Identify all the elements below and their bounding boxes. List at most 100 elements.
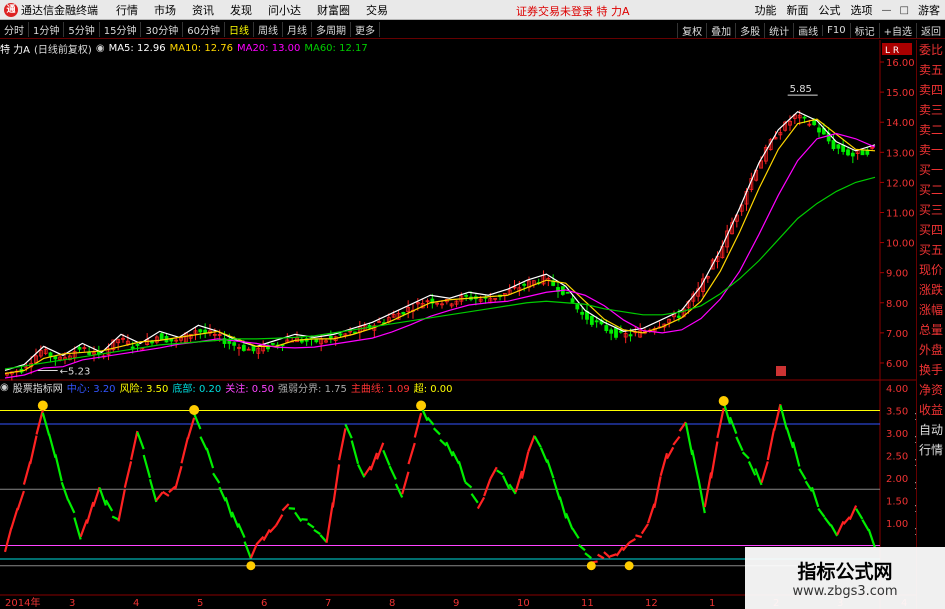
tab-period-timeshare[interactable]: 分时 [0, 22, 29, 37]
main-curve-segment [716, 407, 725, 439]
kline-chart[interactable]: 16.0015.0014.0013.0012.0011.0010.009.008… [0, 40, 916, 609]
candle-body [831, 140, 836, 150]
sidebar-item-0[interactable]: 委比 [917, 40, 945, 60]
sidebar-item-11[interactable]: 现价 [917, 260, 945, 280]
main-curve-segment [130, 430, 139, 461]
menu-formula[interactable]: 公式 [814, 2, 846, 18]
main-curve-segment [640, 523, 649, 535]
price-panel [0, 40, 880, 380]
tab-period-more[interactable]: 更多 [351, 22, 380, 37]
sidebar-item-3[interactable]: 卖三 [917, 100, 945, 120]
menu-options[interactable]: 选项 [846, 2, 878, 18]
main-curve-segment [628, 538, 636, 544]
tool-overlay[interactable]: 叠加 [706, 22, 735, 38]
indicator-name[interactable]: 股票指标网 [13, 380, 63, 395]
sidebar-item-13[interactable]: 涨幅 [917, 300, 945, 320]
sidebar-item-8[interactable]: 买三 [917, 200, 945, 220]
sidebar-item-14[interactable]: 总量 [917, 320, 945, 340]
sidebar-item-18[interactable]: 收益 [917, 400, 945, 420]
tab-period-30min[interactable]: 30分钟 [141, 22, 184, 37]
tab-period-multi[interactable]: 多周期 [312, 22, 351, 37]
time-axis-label: 5 [197, 598, 203, 609]
lr-badge-label: L R [885, 46, 899, 56]
sidebar-item-7[interactable]: 买二 [917, 180, 945, 200]
main-curve-segment [867, 528, 877, 549]
sidebar-bottom-1[interactable]: 行情 [917, 440, 945, 460]
candle-body [575, 304, 580, 310]
tab-period-weekly[interactable]: 周线 [254, 22, 283, 37]
main-curve [3, 402, 877, 564]
main-curve-segment [665, 446, 675, 460]
main-curve-segment [331, 464, 341, 508]
indicator-settings-icon[interactable]: ◉ [0, 382, 9, 393]
candle-body [676, 315, 681, 318]
tool-mark[interactable]: 标记 [849, 22, 879, 38]
risk-face-icon [416, 400, 427, 411]
main-curve-segment [148, 478, 158, 503]
restore-icon[interactable]: □ [896, 5, 913, 16]
login-warning[interactable]: 证券交易未登录 特 力A [516, 3, 630, 19]
menu-new-page[interactable]: 新面 [782, 2, 814, 18]
main-curve-segment [262, 528, 271, 542]
sidebar-item-15[interactable]: 外盘 [917, 340, 945, 360]
sidebar-item-1[interactable]: 卖五 [917, 60, 945, 80]
sidebar-item-9[interactable]: 买四 [917, 220, 945, 240]
tab-period-daily[interactable]: 日线 [225, 22, 254, 37]
price-axis-label: 14.00 [886, 118, 915, 129]
menu-news[interactable]: 资讯 [184, 2, 222, 18]
watermark: 指标公式网 www.zbgs3.com [745, 547, 945, 609]
ind-super: 超: 0.00 [413, 383, 453, 395]
main-curve-segment [817, 507, 826, 518]
menu-function[interactable]: 功能 [750, 2, 782, 18]
tab-period-15min[interactable]: 15分钟 [100, 22, 142, 37]
menu-bar: 通 通达信金融终端 行情 市场 资讯 发现 问小达 财富圈 交易 证券交易未登录… [0, 0, 945, 20]
sidebar-item-4[interactable]: 卖二 [917, 120, 945, 140]
main-curve-segment [294, 511, 303, 522]
tab-period-5min[interactable]: 5分钟 [64, 22, 100, 37]
main-curve-segment [256, 535, 265, 545]
ma20-value: MA20: 13.00 [236, 42, 301, 54]
sidebar-item-17[interactable]: 净资 [917, 380, 945, 400]
price-axis-label: 6.00 [886, 359, 908, 370]
sidebar-item-12[interactable]: 涨跌 [917, 280, 945, 300]
menu-market[interactable]: 市场 [146, 2, 184, 18]
tool-stats[interactable]: 统计 [764, 22, 793, 38]
sidebar-bottom-0[interactable]: 自动 [917, 420, 945, 440]
adjust-mode: (日线前复权) [34, 44, 92, 56]
tool-add-watchlist[interactable]: +自选 [878, 22, 916, 38]
menu-quotes[interactable]: 行情 [108, 2, 146, 18]
sidebar-item-6[interactable]: 买一 [917, 160, 945, 180]
menu-ask[interactable]: 问小达 [260, 2, 309, 18]
sidebar-item-2[interactable]: 卖四 [917, 80, 945, 100]
candle-body [580, 311, 585, 315]
main-curve-segment [476, 496, 486, 510]
ma-settings-icon[interactable]: ◉ [96, 43, 105, 54]
tool-adjust[interactable]: 复权 [677, 22, 706, 38]
indicator-axis-label: 3.00 [886, 429, 908, 440]
ma10-value: MA10: 12.76 [169, 42, 233, 54]
menu-wealth[interactable]: 财富圈 [309, 2, 358, 18]
tab-period-1min[interactable]: 1分钟 [29, 22, 65, 37]
candle-body [589, 315, 594, 325]
main-curve-segment [565, 512, 574, 530]
tool-draw[interactable]: 画线 [793, 22, 822, 38]
menu-discover[interactable]: 发现 [222, 2, 260, 18]
main-curve-segment [489, 466, 498, 480]
tool-back[interactable]: 返回 [916, 22, 945, 38]
main-curve-segment [760, 461, 769, 483]
sidebar-item-16[interactable]: 换手 [917, 360, 945, 380]
sidebar-item-10[interactable]: 买五 [917, 240, 945, 260]
sidebar-item-5[interactable]: 卖一 [917, 140, 945, 160]
main-curve-segment [646, 503, 656, 524]
user-label[interactable]: 游客 [913, 2, 945, 18]
tool-f10[interactable]: F10 [822, 24, 849, 36]
main-curve-segment [621, 542, 630, 552]
minimize-icon[interactable]: — [878, 5, 896, 16]
main-curve-segment [823, 516, 832, 527]
tab-period-60min[interactable]: 60分钟 [183, 22, 225, 37]
tab-period-monthly[interactable]: 月线 [283, 22, 312, 37]
tool-multi-stock[interactable]: 多股 [735, 22, 764, 38]
main-curve-segment [142, 454, 152, 479]
main-curve-segment [16, 490, 25, 511]
menu-trade[interactable]: 交易 [358, 2, 396, 18]
